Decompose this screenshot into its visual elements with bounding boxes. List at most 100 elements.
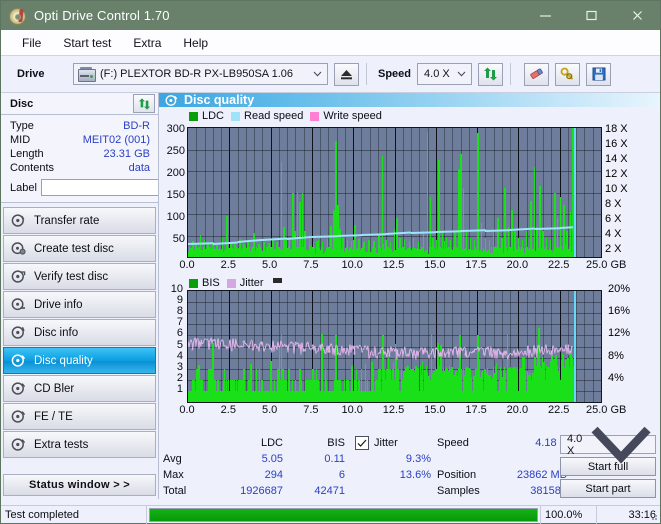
disc-field-contents-key: Contents (10, 162, 55, 174)
jitter-checkbox-row[interactable]: Jitter (345, 435, 437, 451)
panel-title-text: Disc quality (184, 93, 255, 107)
resize-grip-icon[interactable] (648, 511, 658, 521)
bis-xaxis: 0.0 2.5 5.0 7.5 10.0 12.5 15.0 17.5 20.0 22.5 25.0… (159, 404, 659, 420)
menu-file[interactable]: File (11, 33, 52, 53)
ldc-xtick-5: 12.5 (382, 259, 405, 271)
disc-field-mid: MID MEIT02 (001) (10, 133, 150, 147)
bis-ytick-7: 7 (176, 316, 183, 329)
extra-tests-icon (11, 438, 26, 451)
ldc-ytick-right-2x: 2 X (605, 243, 622, 255)
keys-icon (560, 67, 574, 80)
fe-te-icon (11, 410, 26, 423)
sidebar-item-create-test-disc[interactable]: Create test disc (3, 235, 156, 262)
ldc-ytick-right-12x: 12 X (605, 168, 628, 180)
sidebar-item-label: Extra tests (34, 438, 89, 451)
status-bar: Test completed 100.0% 33:16 (1, 505, 660, 524)
menu-extra[interactable]: Extra (122, 33, 172, 53)
jitter-ytick-20%: 20% (608, 283, 631, 295)
keys-button[interactable] (555, 62, 581, 86)
legend-label-ldc: LDC (202, 110, 225, 122)
bis-xtick-6: 15.0 (424, 404, 446, 416)
minimize-icon[interactable] (522, 1, 568, 30)
eject-button[interactable] (334, 62, 359, 86)
start-part-button[interactable]: Start part (560, 479, 656, 498)
ldc-ytick-right-8x: 8 X (605, 198, 622, 210)
refresh-icon (138, 97, 150, 110)
speed-select[interactable]: 4.0 X (417, 63, 473, 85)
bis-xtick-5: 12.5 (382, 404, 405, 416)
main-area: Disc Type BD-R MID MEIT02 (001) Length 2… (1, 93, 660, 499)
close-icon[interactable] (614, 1, 660, 30)
bis-ytick-3: 3 (176, 360, 183, 373)
ldc-ytick-right-6x: 6 X (605, 213, 622, 225)
stats-row-labels: Avg Max Total (163, 435, 211, 499)
ldc-ytick-150: 150 (166, 189, 185, 201)
bis-ytick-1: 1 (176, 382, 183, 395)
floppy-save-icon (592, 67, 606, 81)
checkmark-icon (357, 439, 367, 447)
test-speed-select[interactable]: 4.0 X (560, 426, 656, 464)
sidebar-item-disc-quality[interactable]: Disc quality (3, 347, 156, 374)
sidebar-item-fe-te[interactable]: FE / TE (3, 403, 156, 430)
ldc-ytick-300: 300 (166, 123, 185, 135)
sidebar-item-drive-info[interactable]: Drive info (3, 291, 156, 318)
sidebar-item-verify-test-disc[interactable]: Verify test disc (3, 263, 156, 290)
ldc-xtick-9: 22.5 (547, 259, 570, 271)
ldc-ytick-right-18x: 18 X (605, 123, 628, 135)
disc-refresh-button[interactable] (133, 94, 155, 113)
stats-bis-avg: 0.11 (324, 453, 345, 465)
disc-verify-icon (11, 270, 26, 283)
sidebar-item-disc-info[interactable]: Disc info (3, 319, 156, 346)
legend-label-bis: BIS (202, 277, 220, 289)
sidebar-item-label: Disc info (34, 326, 79, 339)
speed-label: Speed (378, 68, 412, 80)
menu-start-test[interactable]: Start test (52, 33, 122, 53)
sidebar-nav: Transfer rate Create test disc Verify te… (1, 203, 158, 458)
sidebar-item-label: Drive info (34, 298, 83, 311)
status-window-button[interactable]: Status window > > (3, 474, 156, 496)
sidebar-item-label: FE / TE (34, 410, 73, 423)
ldc-xtick-10: 25.0 GB (586, 259, 627, 271)
menu-bar: File Start test Extra Help (1, 30, 660, 56)
legend-swatch-ldc (189, 111, 198, 121)
maximize-icon[interactable] (568, 1, 614, 30)
bis-ytick-9: 9 (176, 294, 183, 307)
save-button[interactable] (586, 62, 612, 86)
clear-button[interactable] (524, 62, 550, 86)
bis-xtick-8: 20.0 (506, 404, 529, 416)
toolbar-divider-2 (510, 63, 512, 85)
sidebar-item-transfer-rate[interactable]: Transfer rate (3, 207, 156, 234)
stats-bis-total: 42471 (314, 485, 345, 497)
ldc-chart: LDC Read speed Write speed 300 250 200 1… (159, 109, 660, 277)
stats-actions: 4.0 X Start full Start part (560, 426, 656, 498)
drive-select[interactable]: (F:) PLEXTOR BD-R PX-LB950SA 1.06 (73, 63, 328, 85)
legend-label-jitter: Jitter (239, 277, 264, 289)
bis-ytick-4: 4 (176, 349, 183, 362)
ldc-xtick-1: 2.5 (220, 259, 236, 271)
sidebar-item-label: Verify test disc (34, 270, 109, 283)
disc-field-length: Length 23.31 GB (10, 147, 150, 161)
test-speed-value: 4.0 X (567, 432, 583, 457)
jitter-ytick-16%: 16% (608, 305, 631, 318)
sidebar-item-cd-bler[interactable]: CD Bler (3, 375, 156, 402)
bis-xtick-10: 25.0 GB (586, 404, 627, 416)
sidebar-item-label: Disc quality (34, 354, 93, 367)
menu-help[interactable]: Help (172, 33, 219, 53)
disc-info-fields: Type BD-R MID MEIT02 (001) Length 23.31 … (1, 115, 212, 203)
sidebar-item-extra-tests[interactable]: Extra tests (3, 431, 156, 458)
panel-header: Disc quality (159, 93, 660, 107)
stats-samples-value: 381583 (530, 485, 567, 497)
stats-label-total: Total (163, 485, 187, 497)
ldc-ytick-right-10x: 10 X (605, 183, 628, 195)
bis-yaxis-left: 1 2 3 4 5 6 7 8 9 10 (159, 277, 187, 417)
stats-label-position: Position (437, 469, 477, 481)
jitter-checkbox[interactable] (355, 436, 369, 450)
refresh-button[interactable] (478, 62, 504, 86)
ldc-ytick-100: 100 (166, 211, 185, 223)
disc-field-contents: Contents data (10, 161, 150, 175)
disc-create-icon (11, 242, 26, 255)
disc-transfer-icon (11, 214, 25, 227)
sidebar-item-label: Create test disc (34, 242, 114, 255)
sidebar-item-label: Transfer rate (34, 214, 100, 227)
eraser-icon (529, 68, 543, 79)
